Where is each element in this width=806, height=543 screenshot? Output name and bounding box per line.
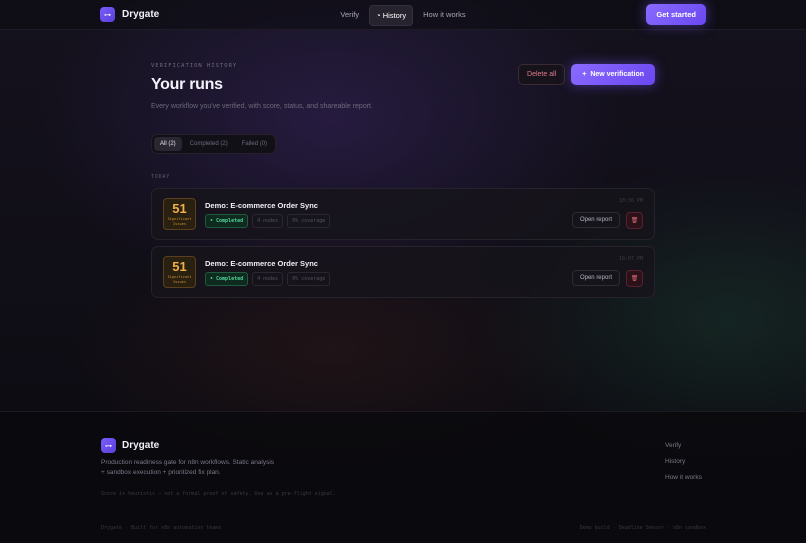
filter-failed[interactable]: Failed (0) xyxy=(236,137,273,151)
run-tags: • Completed 4 nodes 0% coverage xyxy=(205,272,331,286)
new-verification-label: New verification xyxy=(590,71,644,78)
run-title: Demo: E-commerce Order Sync xyxy=(205,201,318,210)
open-report-button[interactable]: Open report xyxy=(571,212,620,228)
footer-link-verify[interactable]: Verify xyxy=(665,442,702,449)
footer-copyright: Drygate · Built for n8n automation teams xyxy=(101,525,222,531)
footer-link-history[interactable]: History xyxy=(665,458,702,465)
run-card[interactable]: 51 Significant Issues Demo: E-commerce O… xyxy=(151,246,655,298)
footer-links: Verify History How it works xyxy=(665,442,702,481)
score-label: Issues xyxy=(173,280,186,284)
history-section: VERIFICATION HISTORY Your runs Every wor… xyxy=(151,63,655,298)
page-subtitle: Every workflow you've verified, with sco… xyxy=(151,103,373,110)
trash-icon: 🗑 xyxy=(630,276,639,282)
footer-build-info: Demo build · Deadline Sensor · n8n sandb… xyxy=(579,525,706,531)
footer-description: Production readiness gate for n8n workfl… xyxy=(101,459,275,476)
brand-name: Drygate xyxy=(122,9,160,20)
logo-icon: ⊶ xyxy=(101,438,116,453)
run-time: 10:07 PM xyxy=(618,256,643,262)
nav-link-history[interactable]: ◔ History xyxy=(369,5,414,26)
filter-all[interactable]: All (2) xyxy=(154,137,182,151)
nav-link-history-label: History xyxy=(382,11,407,20)
top-nav: ⊶ Drygate Verify ◔ History How it works … xyxy=(0,0,806,30)
nav-link-verify[interactable]: Verify xyxy=(334,5,365,26)
delete-run-button[interactable]: 🗑 xyxy=(626,270,643,287)
footer-brand-name: Drygate xyxy=(122,440,160,451)
status-badge: • Completed xyxy=(205,214,249,228)
get-started-button[interactable]: Get started xyxy=(646,4,706,25)
logo-icon: ⊶ xyxy=(100,7,115,22)
trash-icon: 🗑 xyxy=(630,218,639,224)
score-badge: 51 Significant Issues xyxy=(163,256,196,288)
brand[interactable]: ⊶ Drygate xyxy=(100,7,159,22)
run-title: Demo: E-commerce Order Sync xyxy=(205,259,318,268)
nav-link-how-it-works[interactable]: How it works xyxy=(417,5,472,26)
clock-icon: ◔ xyxy=(376,11,383,20)
header-actions: Delete all + New verification xyxy=(518,64,655,85)
delete-run-button[interactable]: 🗑 xyxy=(626,212,643,229)
footer-link-how-it-works[interactable]: How it works xyxy=(665,474,702,481)
coverage-tag: 0% coverage xyxy=(287,214,331,228)
footer: ⊶ Drygate Production readiness gate for … xyxy=(0,411,806,543)
status-badge: • Completed xyxy=(205,272,249,286)
new-verification-button[interactable]: + New verification xyxy=(571,64,655,85)
coverage-tag: 0% coverage xyxy=(287,272,331,286)
group-label: TODAY xyxy=(151,174,171,180)
filter-completed[interactable]: Completed (2) xyxy=(184,137,234,151)
open-report-button[interactable]: Open report xyxy=(571,270,620,286)
score-value: 51 xyxy=(172,259,187,274)
nodes-tag: 4 nodes xyxy=(252,214,284,228)
run-card[interactable]: 51 Significant Issues Demo: E-commerce O… xyxy=(151,188,655,240)
score-value: 51 xyxy=(172,201,187,216)
nodes-tag: 4 nodes xyxy=(252,272,284,286)
score-label: Issues xyxy=(173,222,186,226)
run-tags: • Completed 4 nodes 0% coverage xyxy=(205,214,331,228)
plus-icon: + xyxy=(582,71,587,78)
score-badge: 51 Significant Issues xyxy=(163,198,196,230)
status-filter: All (2) Completed (2) Failed (0) xyxy=(151,134,277,154)
run-time: 10:36 PM xyxy=(618,198,643,204)
footer-brand[interactable]: ⊶ Drygate xyxy=(101,438,159,453)
footer-note: Score is heuristic — not a formal proof … xyxy=(101,491,336,497)
delete-all-button[interactable]: Delete all xyxy=(518,64,566,85)
